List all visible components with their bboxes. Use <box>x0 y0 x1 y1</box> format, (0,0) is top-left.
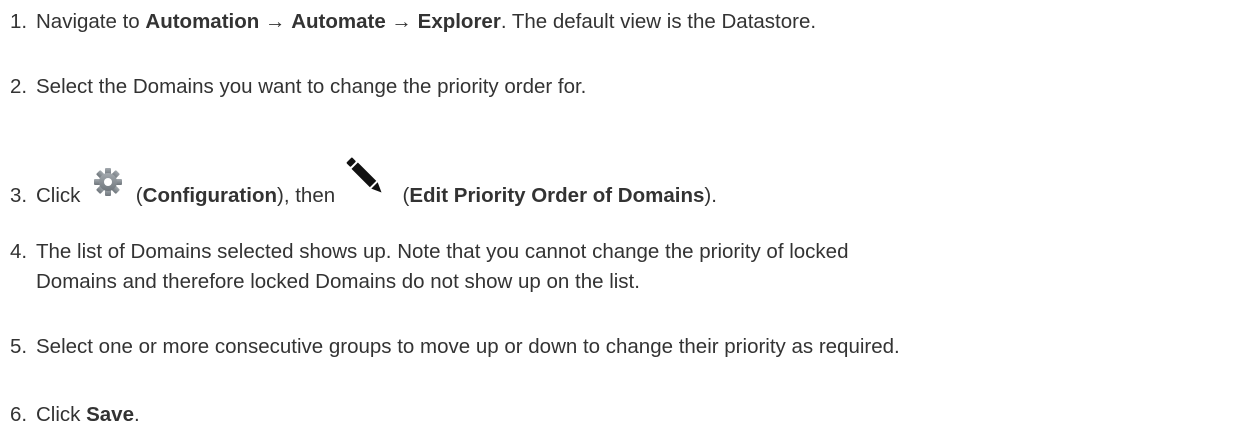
menu-path-explorer: Explorer <box>417 10 501 33</box>
step-text: ), then <box>277 184 341 207</box>
step-text: Navigate to <box>36 10 146 33</box>
step-text: . The default view is the Datastore. <box>500 10 817 33</box>
instructions-list: 1. Navigate to Automation → Automate → Ex… <box>0 0 1244 443</box>
step-text: Click <box>36 184 87 207</box>
arrow-separator: → <box>259 10 292 33</box>
step-number: 5. <box>10 335 28 358</box>
step-text: Select the Domains you want to change th… <box>36 75 587 98</box>
step-text: ( <box>396 184 410 207</box>
pencil-icon <box>343 154 389 200</box>
edit-priority-label: Edit Priority Order of Domains <box>409 184 705 207</box>
step-text-line-2: Domains and therefore locked Domains do … <box>36 270 640 293</box>
step-number: 4. <box>10 240 28 263</box>
step-4: 4. The list of Domains selected shows up.… <box>10 237 1244 297</box>
step-number: 3. <box>10 184 28 207</box>
step-5: 5. Select one or more consecutive groups … <box>10 332 1244 362</box>
step-text-line-1: The list of Domains selected shows up. N… <box>36 240 849 263</box>
step-1: 1. Navigate to Automation → Automate → Ex… <box>10 7 1244 37</box>
menu-path-automation: Automation <box>145 10 260 33</box>
step-3: 3. Click (Configuration), then (Edit Pri… <box>10 157 1244 211</box>
step-text: ). <box>704 184 717 207</box>
step-number: 1. <box>10 10 28 33</box>
arrow-separator: → <box>385 10 418 33</box>
menu-path-automate: Automate <box>291 10 386 33</box>
step-text: ( <box>130 184 143 207</box>
step-text: Select one or more consecutive groups to… <box>36 335 900 358</box>
step-text: . <box>134 403 140 426</box>
save-label: Save <box>86 403 134 426</box>
step-2: 2. Select the Domains you want to change … <box>10 72 1244 102</box>
step-number: 6. <box>10 403 28 426</box>
step-text: Click <box>36 403 87 426</box>
step-number: 2. <box>10 75 28 98</box>
configuration-label: Configuration <box>142 184 278 207</box>
gear-icon <box>90 166 126 198</box>
step-6: 6. Click Save. <box>10 400 1244 430</box>
